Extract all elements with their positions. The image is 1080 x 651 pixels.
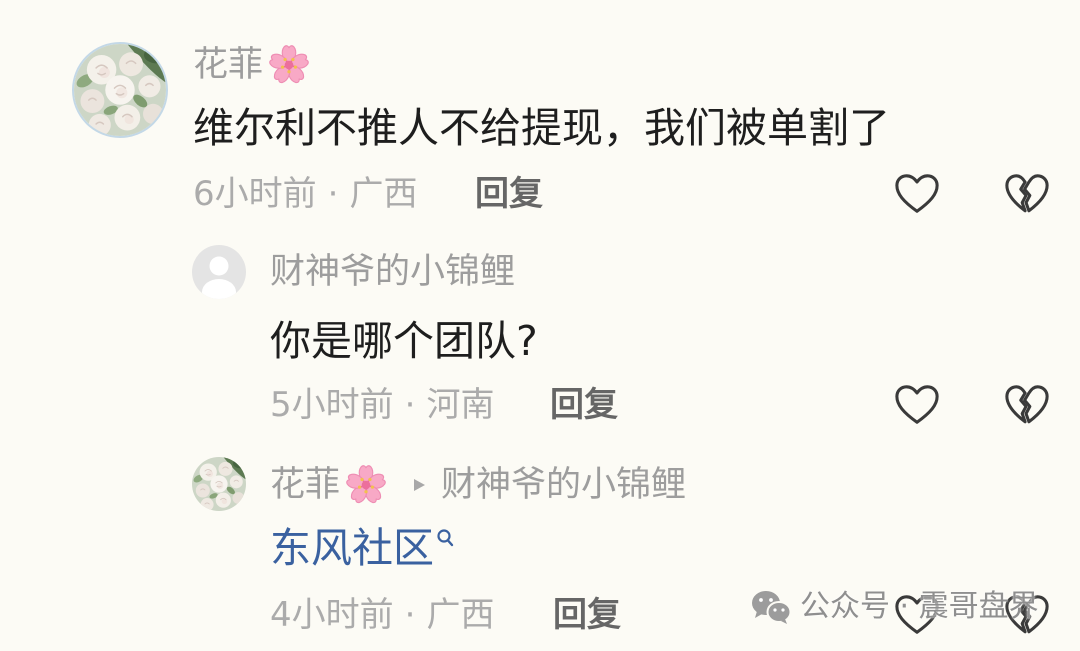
reply-avatar[interactable] <box>192 245 246 299</box>
broken-heart-icon <box>1004 172 1050 216</box>
flower-avatar-icon <box>192 457 246 511</box>
dislike-button[interactable] <box>1004 172 1050 216</box>
reply-button[interactable]: 回复 <box>553 595 621 635</box>
timestamp: 5小时前 <box>270 385 394 425</box>
dislike-button[interactable] <box>1004 383 1050 427</box>
reply-text: 东风社区 <box>270 524 454 572</box>
search-keyword-link[interactable]: 东风社区 <box>270 524 434 572</box>
watermark: 公众号 · 震哥盘界 <box>750 587 1039 627</box>
cherry-blossom-icon <box>266 42 312 88</box>
comment-author: 花菲 <box>193 45 312 85</box>
like-button[interactable] <box>894 383 940 427</box>
comment-avatar[interactable] <box>72 42 168 138</box>
meta-separator: · <box>404 385 416 425</box>
username[interactable]: 花菲 <box>270 465 340 505</box>
reply-author: 财神爷的小锦鲤 <box>270 252 515 292</box>
flower-avatar-icon <box>74 44 166 136</box>
comment-text: 维尔利不推人不给提现，我们被单割了 <box>193 104 890 152</box>
timestamp: 6小时前 <box>193 174 317 214</box>
username[interactable]: 财神爷的小锦鲤 <box>270 252 515 292</box>
reply-meta: 4小时前 · 广西 <box>270 595 494 635</box>
cherry-blossom-icon <box>343 462 389 508</box>
meta-separator: · <box>404 595 416 635</box>
comment-meta: 6小时前 · 广西 <box>193 174 417 214</box>
reply-to-username[interactable]: 财神爷的小锦鲤 <box>441 465 686 505</box>
location: 广西 <box>426 595 495 635</box>
reply-button[interactable]: 回复 <box>475 174 543 214</box>
username[interactable]: 花菲 <box>193 45 263 85</box>
heart-outline-icon <box>894 383 940 427</box>
reply-author: 花菲 财神爷的小锦鲤 <box>270 465 686 505</box>
location: 河南 <box>426 385 495 425</box>
reply-text: 你是哪个团队? <box>270 317 538 365</box>
play-triangle-icon <box>411 476 427 494</box>
default-user-avatar-icon <box>192 245 246 299</box>
broken-heart-icon <box>1004 383 1050 427</box>
reply-meta: 5小时前 · 河南 <box>270 385 494 425</box>
like-button[interactable] <box>894 172 940 216</box>
reply-button[interactable]: 回复 <box>550 385 618 425</box>
meta-separator: · <box>327 174 339 214</box>
wechat-icon <box>750 588 792 626</box>
heart-outline-icon <box>894 172 940 216</box>
reply-avatar[interactable] <box>192 457 246 511</box>
location: 广西 <box>349 174 418 214</box>
watermark-text: 公众号 · 震哥盘界 <box>800 589 1039 624</box>
search-icon[interactable] <box>436 528 454 548</box>
timestamp: 4小时前 <box>270 595 394 635</box>
